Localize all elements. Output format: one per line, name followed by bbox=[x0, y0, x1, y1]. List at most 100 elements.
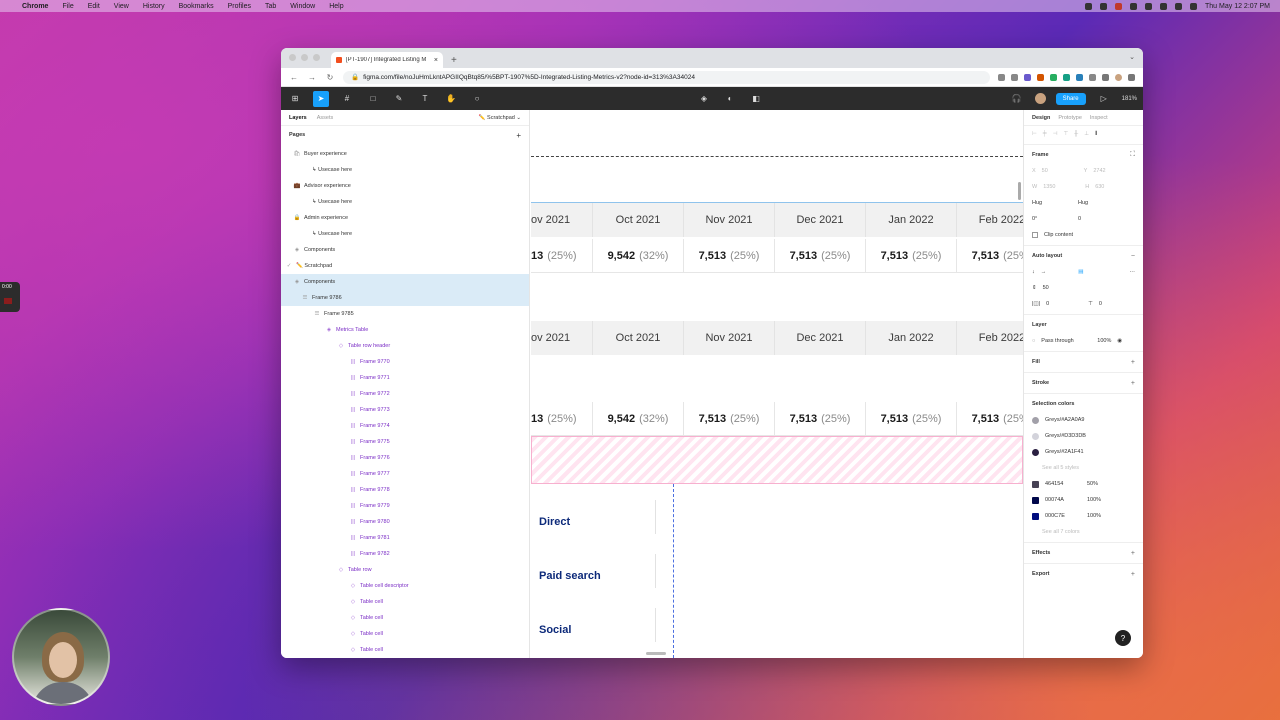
table-cell[interactable]: 13 (25%) bbox=[531, 402, 593, 436]
frame-label[interactable]: Frame bbox=[1032, 152, 1049, 158]
table-cell[interactable]: 7,513(25%) bbox=[684, 239, 775, 273]
layer-row[interactable]: ◇ Table cell descriptor bbox=[281, 578, 529, 594]
tray-icon[interactable] bbox=[1100, 2, 1108, 10]
see-all-styles-link[interactable]: See all 5 styles bbox=[1042, 465, 1079, 471]
padding-v-field[interactable]: 0 bbox=[1099, 301, 1102, 307]
layer-row[interactable]: 🔒 Admin experience bbox=[281, 210, 529, 226]
text-tool-icon[interactable]: T bbox=[417, 91, 433, 107]
padding-h-field[interactable]: 0 bbox=[1046, 301, 1082, 307]
layer-row[interactable]: ☰ Frame 9786 bbox=[281, 290, 529, 306]
layer-row[interactable]: ||| Frame 9771 bbox=[281, 370, 529, 386]
layer-row[interactable]: ||| Frame 9781 bbox=[281, 530, 529, 546]
month-header-cell[interactable]: Oct 2021 bbox=[593, 321, 684, 355]
extension-icon[interactable] bbox=[1024, 73, 1031, 81]
table-header-row[interactable]: ov 2021 Oct 2021 Nov 2021 Dec 2021 Jan 2022 F… bbox=[531, 321, 1023, 355]
month-header-cell[interactable]: Jan 2022 bbox=[866, 203, 957, 237]
tab-design[interactable]: Design bbox=[1032, 115, 1050, 121]
layer-row[interactable]: ◈ Components bbox=[281, 274, 529, 290]
menu-history[interactable]: History bbox=[143, 3, 165, 10]
h-field[interactable]: 630 bbox=[1095, 184, 1104, 190]
tray-icon[interactable] bbox=[1160, 2, 1168, 10]
layer-row[interactable]: ||| Frame 9775 bbox=[281, 434, 529, 450]
resize-to-fit-icon[interactable]: ⛶ bbox=[1130, 151, 1135, 159]
extension-icon[interactable] bbox=[1076, 73, 1083, 81]
x-field[interactable]: 50 bbox=[1042, 168, 1078, 174]
new-tab-icon[interactable]: + bbox=[451, 55, 457, 66]
layer-row[interactable]: ◇ Table cell bbox=[281, 594, 529, 610]
color-swatch[interactable] bbox=[1032, 448, 1039, 456]
layer-row[interactable]: ||| Frame 9773 bbox=[281, 402, 529, 418]
hand-tool-icon[interactable]: ✋ bbox=[443, 91, 459, 107]
layer-row[interactable]: ◇ Table row bbox=[281, 562, 529, 578]
layer-row[interactable]: ☰ Frame 9785 bbox=[281, 306, 529, 322]
reload-icon[interactable]: ↻ bbox=[325, 73, 335, 82]
component-icon[interactable]: ◈ bbox=[696, 91, 712, 107]
layer-row[interactable]: ||| Frame 9779 bbox=[281, 498, 529, 514]
forward-icon[interactable]: → bbox=[307, 73, 317, 82]
avatar[interactable] bbox=[1034, 93, 1046, 104]
shape-tool-icon[interactable]: □ bbox=[365, 91, 381, 107]
horizontal-scrollbar[interactable] bbox=[646, 652, 666, 655]
star-icon[interactable] bbox=[1011, 73, 1018, 81]
month-header-cell[interactable]: Nov 2021 bbox=[684, 203, 775, 237]
layer-row[interactable]: ◈ Components bbox=[281, 242, 529, 258]
maximize-window-icon[interactable] bbox=[313, 54, 320, 61]
extension-icon[interactable] bbox=[1037, 73, 1044, 81]
menu-help[interactable]: Help bbox=[329, 3, 343, 10]
boolean-icon[interactable]: ◧ bbox=[748, 91, 764, 107]
layer-row[interactable]: ||| Frame 9780 bbox=[281, 514, 529, 530]
tray-icon[interactable] bbox=[1085, 2, 1093, 10]
month-header-cell[interactable]: Dec 2021 bbox=[775, 203, 866, 237]
close-window-icon[interactable] bbox=[289, 54, 296, 61]
tab-prototype[interactable]: Prototype bbox=[1058, 115, 1082, 121]
color-opacity[interactable]: 100% bbox=[1087, 513, 1101, 519]
layer-row[interactable]: ||| Frame 9770 bbox=[281, 354, 529, 370]
layer-row[interactable]: ◇ Table cell bbox=[281, 626, 529, 642]
raw-color-row[interactable]: 464154 50% bbox=[1024, 476, 1143, 492]
layer-row[interactable]: ◇ Table cell bbox=[281, 642, 529, 658]
color-swatch[interactable] bbox=[1032, 496, 1039, 504]
back-icon[interactable]: ← bbox=[289, 73, 299, 82]
spacing-field[interactable]: 50 bbox=[1043, 285, 1049, 291]
url-field[interactable]: 🔒 figma.com/file/noJuHmLkntAPGIIQqBtq85/… bbox=[343, 70, 990, 84]
w-field[interactable]: 1350 bbox=[1043, 184, 1079, 190]
menu-tab[interactable]: Tab bbox=[265, 3, 276, 10]
layer-row[interactable]: ||| Frame 9774 bbox=[281, 418, 529, 434]
align-top-icon[interactable]: ⊤ bbox=[1064, 131, 1069, 137]
color-hex[interactable]: 00074A bbox=[1045, 497, 1081, 503]
layer-row[interactable]: ↳ Usecase here bbox=[281, 194, 529, 210]
move-tool-icon[interactable]: ➤ bbox=[313, 90, 329, 107]
raw-color-row[interactable]: 000C7E 100% bbox=[1024, 508, 1143, 524]
blend-mode-select[interactable]: Pass through bbox=[1041, 338, 1091, 344]
table-row[interactable]: 13 (25%) 9,542 (32%) 7,513 (25%) 7,513 (25%) 7,5… bbox=[531, 402, 1023, 436]
kebab-menu-icon[interactable] bbox=[1128, 73, 1135, 81]
menu-edit[interactable]: Edit bbox=[88, 3, 100, 10]
layer-row[interactable]: ✓ ✏️ Scratchpad bbox=[281, 258, 529, 274]
help-icon[interactable]: ? bbox=[1115, 630, 1131, 646]
extension-icon[interactable] bbox=[1063, 73, 1070, 81]
figma-canvas[interactable]: ov 2021 Oct 2021 Nov 2021 Dec 2021 Jan 2022 F… bbox=[531, 110, 1023, 658]
layer-row[interactable]: ◈ Metrics Table bbox=[281, 322, 529, 338]
zoom-level[interactable]: 181% bbox=[1122, 96, 1137, 102]
recording-timer[interactable]: 0:00 bbox=[0, 282, 20, 312]
chevron-down-icon[interactable]: ⌄ bbox=[1129, 53, 1135, 61]
page-selector[interactable]: ✏️ Scratchpad ⌄ bbox=[479, 115, 521, 121]
extension-icon[interactable] bbox=[1089, 73, 1096, 81]
pen-tool-icon[interactable]: ✎ bbox=[391, 91, 407, 107]
month-header-cell[interactable]: ov 2021 bbox=[531, 203, 593, 237]
align-center-icon[interactable]: ╪ bbox=[1043, 131, 1047, 137]
tray-icon[interactable] bbox=[1130, 2, 1138, 10]
month-header-cell[interactable]: Nov 2021 bbox=[684, 321, 775, 355]
layer-row[interactable]: ||| Frame 9782 bbox=[281, 546, 529, 562]
opacity-field[interactable]: 100% bbox=[1097, 338, 1111, 344]
clip-content-checkbox[interactable] bbox=[1032, 232, 1038, 238]
channel-label-paid-search[interactable]: Paid search bbox=[539, 570, 601, 582]
eye-icon[interactable]: ◉ bbox=[1117, 338, 1122, 344]
present-icon[interactable]: ▷ bbox=[1096, 91, 1112, 107]
layer-row[interactable]: ↳ Usecase here bbox=[281, 226, 529, 242]
battery-icon[interactable] bbox=[1190, 2, 1198, 10]
style-color-row[interactable]: Greys/#2A1F41 bbox=[1024, 444, 1143, 460]
layer-row[interactable]: ||| Frame 9772 bbox=[281, 386, 529, 402]
table-cell[interactable]: 7,513(25%) bbox=[775, 239, 866, 273]
hug-width-select[interactable]: Hug bbox=[1032, 200, 1072, 206]
